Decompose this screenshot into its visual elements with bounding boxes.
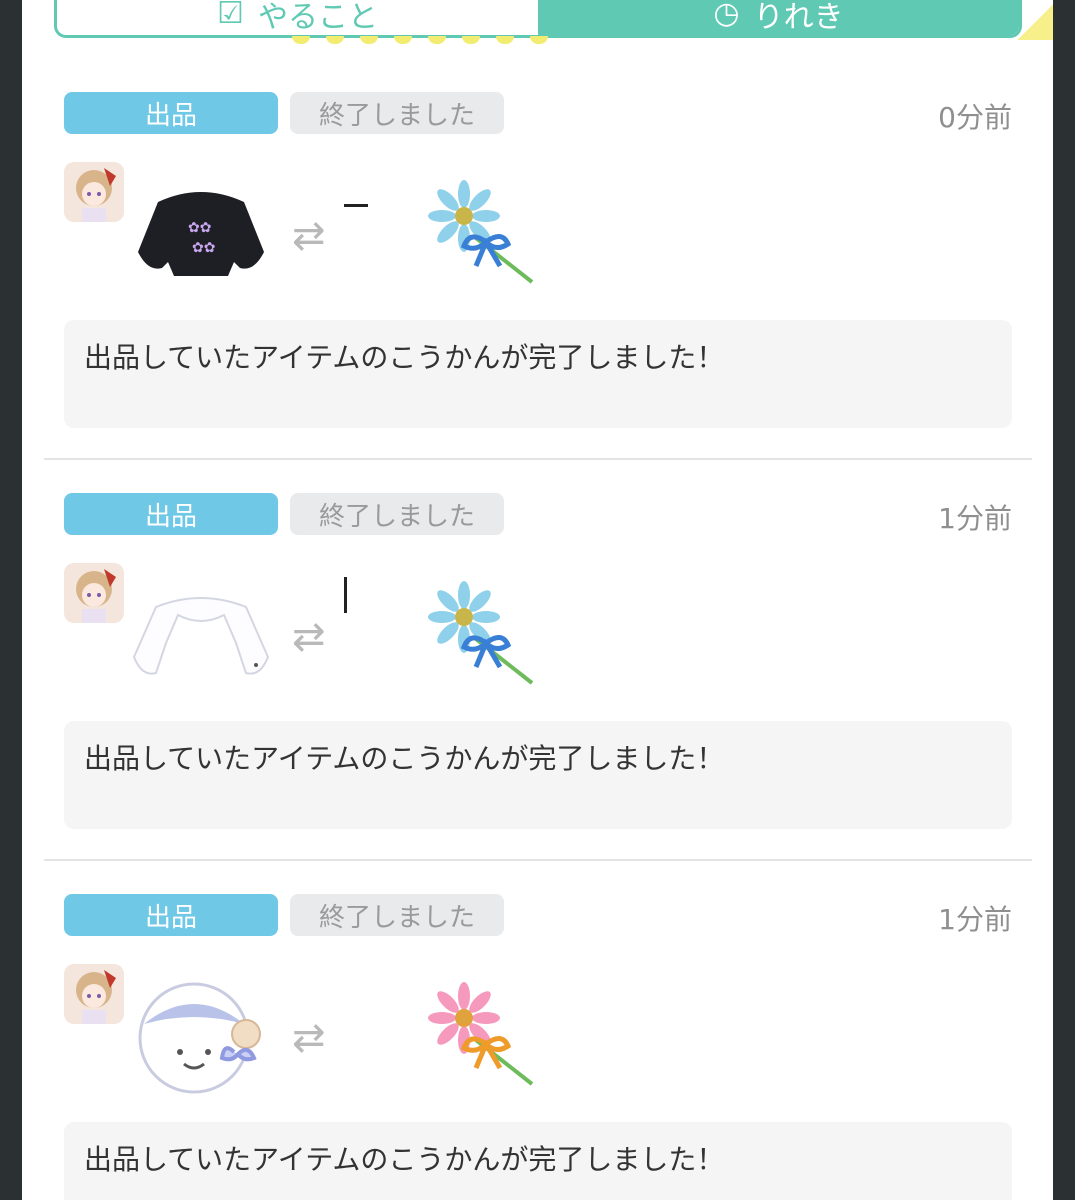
user-avatar[interactable] <box>64 563 124 623</box>
tab-indicator-dots <box>292 36 548 44</box>
blue-daisy-icon[interactable] <box>424 178 544 298</box>
tab-todo-label: やること <box>257 0 378 35</box>
swap-arrows-icon: ⇄ <box>292 213 326 259</box>
message-box: 出品していたアイテムのこうかんが完了しました！ <box>64 721 1012 829</box>
checkbox-icon: ☑ <box>217 0 244 31</box>
message-box: 出品していたアイテムのこうかんが完了しました！ <box>64 1122 1012 1200</box>
blue-daisy-icon[interactable] <box>424 579 544 699</box>
message-box: 出品していたアイテムのこうかんが完了しました！ <box>64 320 1012 428</box>
listed-badge: 出品 <box>64 894 278 936</box>
pink-daisy-icon[interactable] <box>424 980 544 1100</box>
tab-bar: ☑ やること ◷ りれき <box>54 0 1022 38</box>
tab-history-label: りれき <box>753 0 844 35</box>
notification-card[interactable]: 出品 終了しました 0分前 ✿✿ ✿✿ ⇄ 出品していたアイテムのこうかんが完了… <box>44 92 1032 460</box>
item-placeholder <box>344 577 347 613</box>
round-hat-icon[interactable] <box>128 974 274 1094</box>
listed-badge: 出品 <box>64 493 278 535</box>
timestamp: 0分前 <box>938 101 1012 134</box>
status-badge: 終了しました <box>290 493 504 535</box>
svg-text:✿✿: ✿✿ <box>192 240 215 256</box>
message-text: 出品していたアイテムのこうかんが完了しました！ <box>84 742 725 775</box>
listed-badge: 出品 <box>64 92 278 134</box>
status-badge: 終了しました <box>290 92 504 134</box>
user-avatar[interactable] <box>64 162 124 222</box>
message-text: 出品していたアイテムのこうかんが完了しました！ <box>84 1143 725 1176</box>
tab-todo[interactable]: ☑ やること <box>57 0 538 35</box>
status-badge: 終了しました <box>290 894 504 936</box>
notification-card[interactable]: 出品 終了しました 1分前 ⇄ 出品していたアイテムのこうかんが完了しました！ <box>44 493 1032 861</box>
white-bolero-icon[interactable] <box>128 573 274 693</box>
swap-arrows-icon: ⇄ <box>292 1015 326 1061</box>
divider <box>44 458 1032 460</box>
divider <box>44 859 1032 861</box>
timestamp: 1分前 <box>938 903 1012 936</box>
user-avatar[interactable] <box>64 964 124 1024</box>
timestamp: 1分前 <box>938 502 1012 535</box>
message-text: 出品していたアイテムのこうかんが完了しました！ <box>84 341 725 374</box>
svg-text:✿✿: ✿✿ <box>188 220 211 236</box>
clock-icon: ◷ <box>713 0 740 31</box>
history-panel: ☑ やること ◷ りれき 出品 終了しました 0分前 ✿✿ ✿✿ ⇄ 出品してい… <box>22 0 1053 1200</box>
item-placeholder <box>344 204 368 207</box>
swap-arrows-icon: ⇄ <box>292 614 326 660</box>
black-sweater-icon[interactable]: ✿✿ ✿✿ <box>128 172 274 292</box>
tab-history[interactable]: ◷ りれき <box>538 0 1019 35</box>
notification-card[interactable]: 出品 終了しました 1分前 ⇄ 出品していたアイテムのこうかんが完了しました！ <box>44 894 1032 1200</box>
